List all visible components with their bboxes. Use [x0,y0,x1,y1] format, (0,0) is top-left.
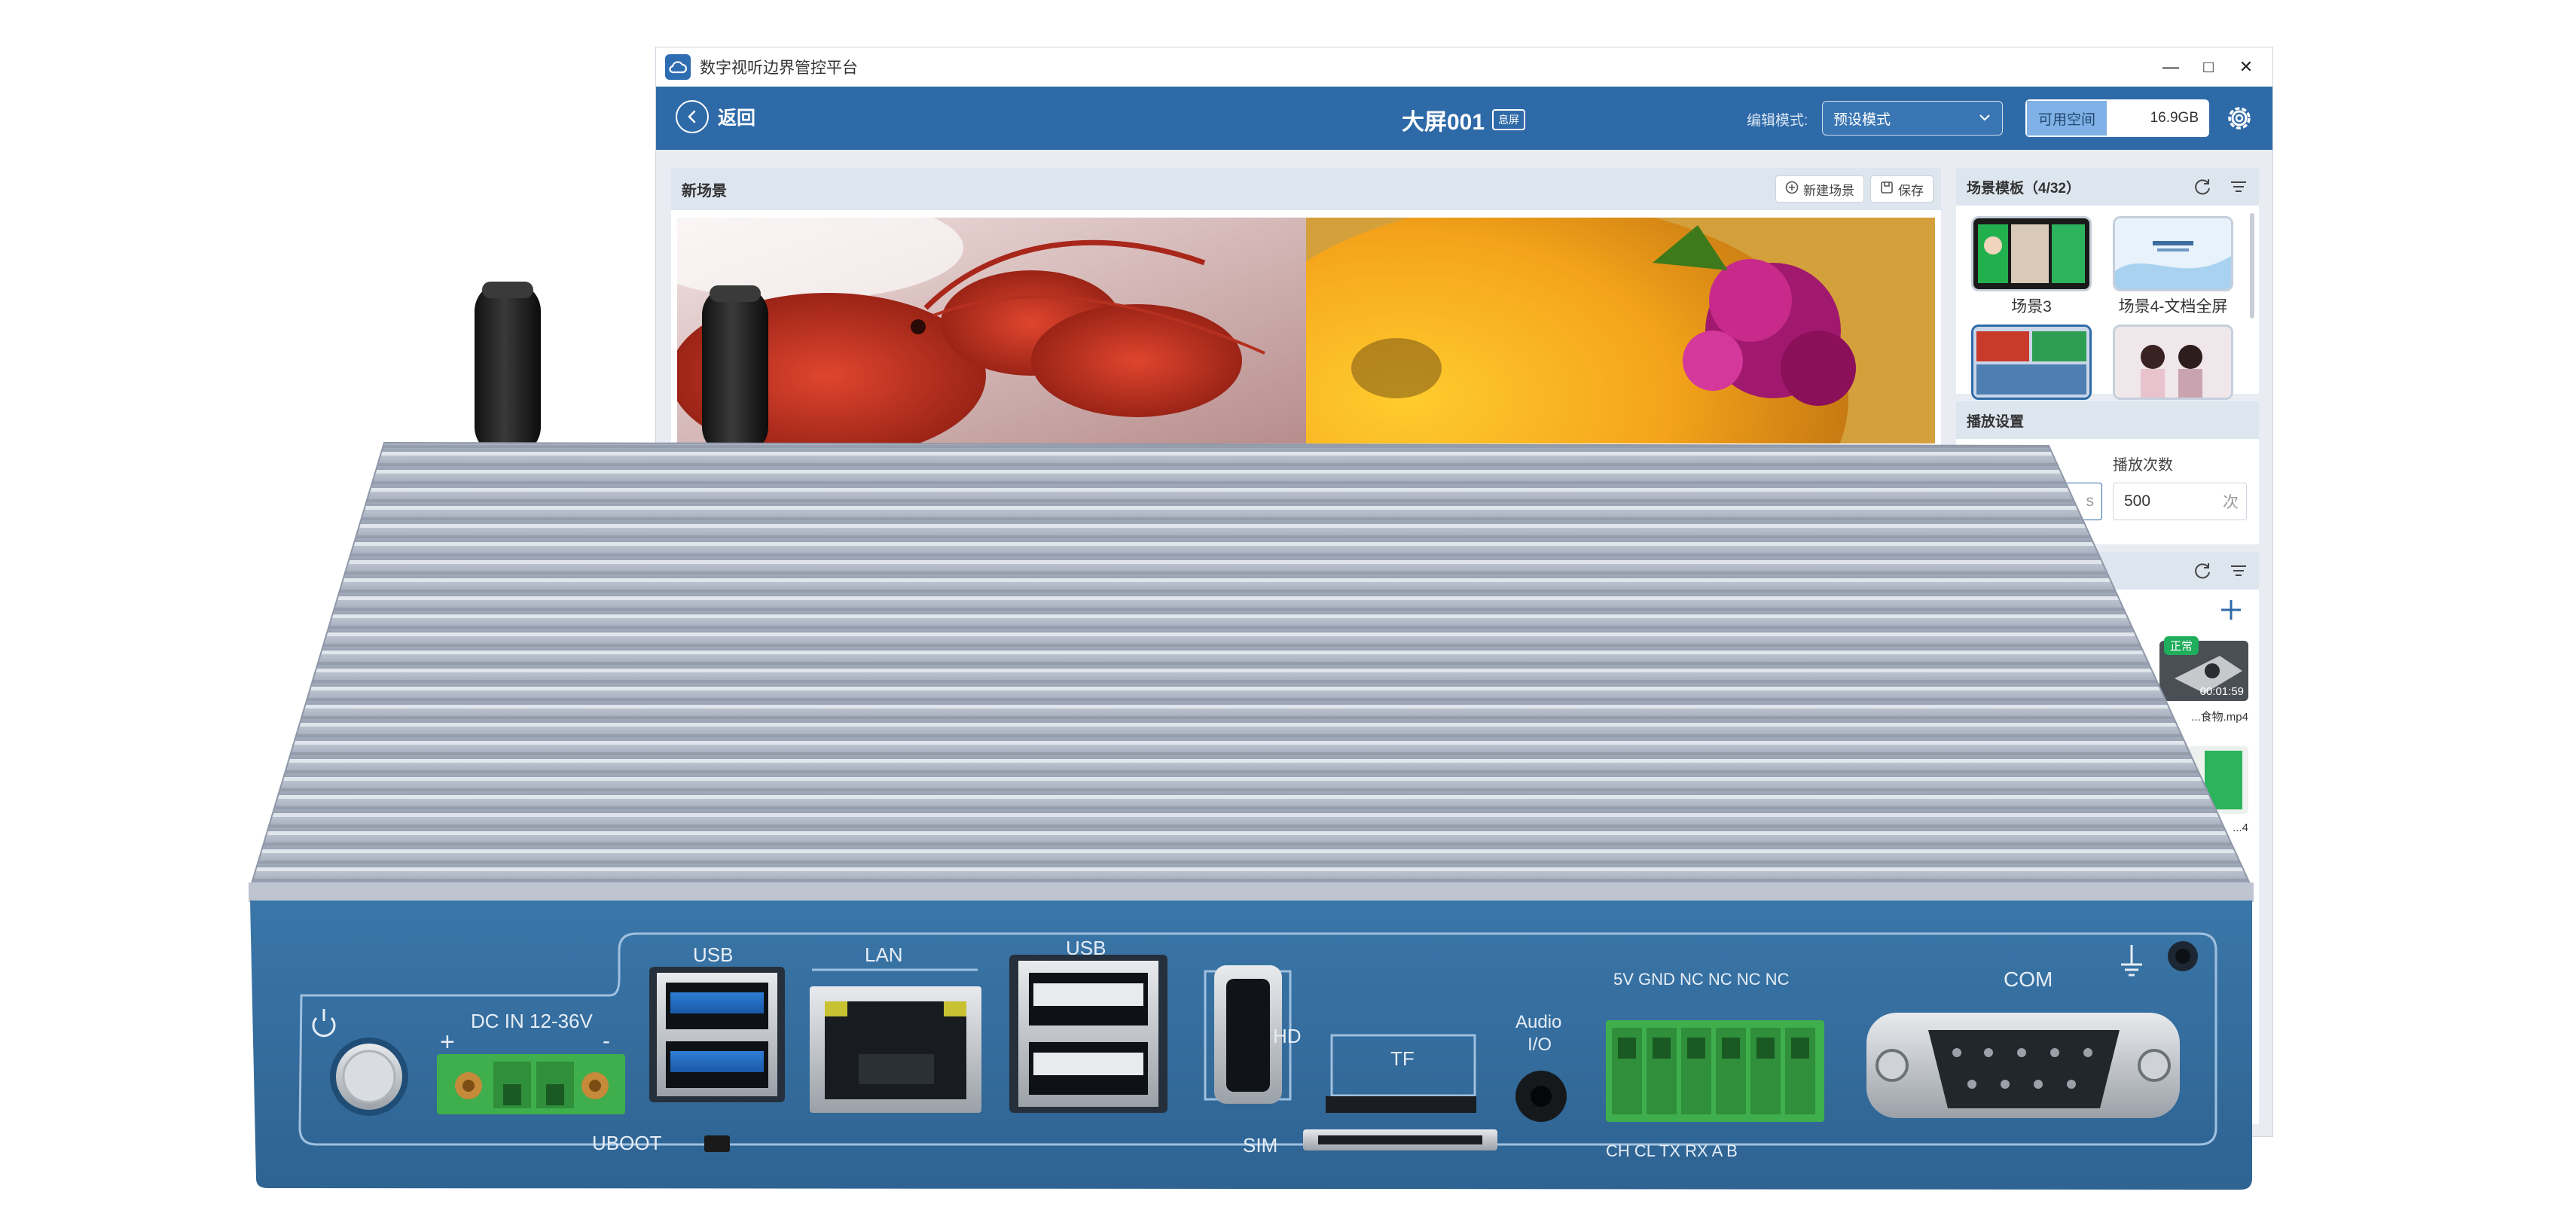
sim-label: SIM [1243,1134,1277,1157]
hdmi-label: HD [1273,1025,1302,1047]
terminal-pins-bottom-label: CH CL TX RX A B [1606,1141,1738,1160]
io-label: I/O [1528,1035,1552,1055]
sim-card-slot [1303,1129,1497,1150]
heatsink-fins [250,443,2252,888]
chassis-lip [249,882,2254,902]
edge-device-render: DC IN 12-36V + - UBOOT USB LAN USB HD TF… [249,282,2254,1190]
dc-in-label: DC IN 12-36V [471,1010,593,1032]
uboot-label: UBOOT [592,1132,662,1154]
ground-screw [2168,941,2198,971]
antenna-right [702,285,768,456]
com-serial-port [1866,1013,2180,1118]
terminal-pins-top-label: 5V GND NC NC NC NC [1613,970,1790,989]
com-label: COM [2004,968,2053,991]
lan-label: LAN [865,943,903,966]
terminal-block-6pin [1606,1020,1824,1122]
usb-left-label: USB [693,943,733,966]
dc-terminal-block [437,1054,625,1114]
audio-label: Audio [1515,1012,1561,1032]
lan-port [810,986,981,1113]
tf-label: TF [1390,1047,1415,1070]
usb-port-stack-left [649,967,785,1102]
dc-minus-label: - [603,1029,610,1053]
audio-jack [1515,1071,1567,1122]
dc-plus-label: + [440,1028,455,1056]
power-button [330,1038,408,1116]
antenna-left [475,282,541,456]
uboot-button [704,1135,730,1152]
usb-port-stack-right [1009,955,1167,1113]
